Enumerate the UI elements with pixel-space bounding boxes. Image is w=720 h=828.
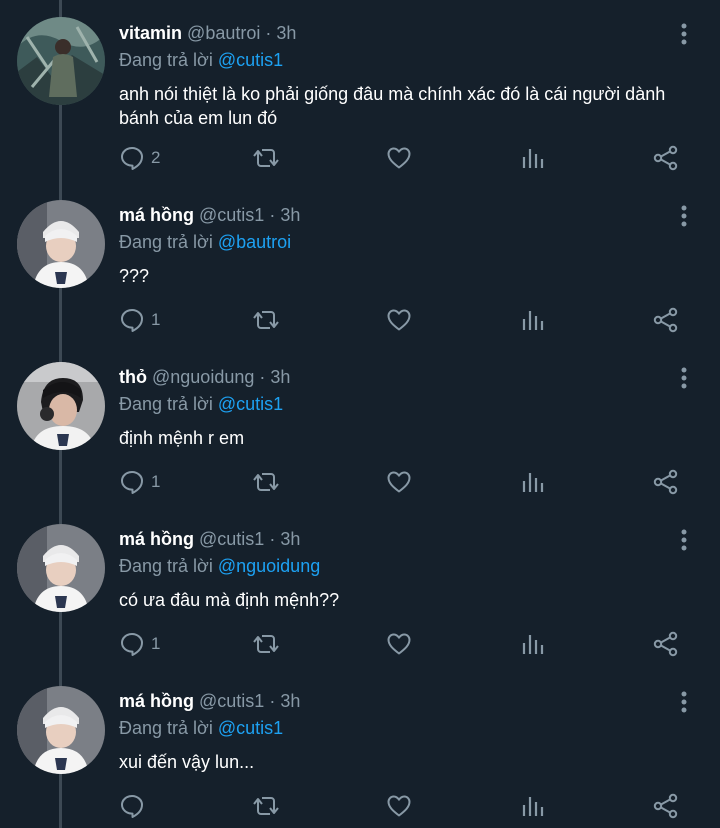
tweet[interactable]: má hồng @cutis1 · 3h Đang trả lời @cutis1…	[0, 648, 720, 828]
tweet[interactable]: vitamin @bautroi · 3h Đang trả lời @cuti…	[0, 0, 720, 171]
display-name[interactable]: vitamin	[119, 23, 182, 43]
separator: ·	[265, 23, 272, 43]
avatar[interactable]	[17, 17, 105, 105]
tweet-actions	[119, 793, 689, 819]
separator: ·	[259, 367, 266, 387]
reply-icon	[121, 795, 143, 818]
stats-icon	[522, 797, 544, 816]
replying-to-label: Đang trả lời	[119, 50, 213, 70]
display-name[interactable]: má hồng	[119, 691, 194, 711]
separator: ·	[269, 529, 276, 549]
more-options-button[interactable]	[676, 22, 692, 46]
mention-link[interactable]: @bautroi	[218, 232, 291, 252]
avatar[interactable]	[17, 686, 105, 774]
more-vertical-icon	[681, 529, 687, 551]
tweet-header: má hồng @cutis1 · 3h	[119, 690, 300, 712]
tweet-text: ???	[119, 266, 150, 286]
replying-to: Đang trả lời @cutis1	[119, 717, 283, 739]
like-button[interactable]	[386, 793, 412, 819]
timestamp[interactable]: 3h	[280, 529, 300, 549]
replying-to-label: Đang trả lời	[119, 394, 213, 414]
display-name[interactable]: má hồng	[119, 205, 194, 225]
more-options-button[interactable]	[676, 204, 692, 228]
display-name[interactable]: thỏ	[119, 367, 147, 387]
more-options-button[interactable]	[676, 690, 692, 714]
tweet-header: thỏ @nguoidung · 3h	[119, 366, 290, 388]
replying-to-label: Đang trả lời	[119, 718, 213, 738]
more-vertical-icon	[681, 367, 687, 389]
more-vertical-icon	[681, 691, 687, 713]
display-name[interactable]: má hồng	[119, 529, 194, 549]
tweet-header: má hồng @cutis1 · 3h	[119, 204, 300, 226]
handle[interactable]: @cutis1	[199, 529, 264, 549]
handle[interactable]: @cutis1	[199, 205, 264, 225]
separator: ·	[269, 205, 276, 225]
mention-link[interactable]: @cutis1	[218, 718, 283, 738]
more-options-button[interactable]	[676, 366, 692, 390]
heart-icon	[387, 795, 411, 817]
tweet-text: anh nói thiệt là ko phải giống đâu mà ch…	[119, 84, 666, 128]
share-button[interactable]	[653, 793, 679, 819]
handle[interactable]: @bautroi	[187, 23, 260, 43]
view-stats-button[interactable]	[520, 793, 546, 819]
tweet-text: định mệnh r em	[119, 428, 245, 448]
tweet[interactable]: thỏ @nguoidung · 3h Đang trả lời @cutis1 đ…	[0, 324, 720, 495]
avatar[interactable]	[17, 362, 105, 450]
replying-to-label: Đang trả lời	[119, 556, 213, 576]
replying-to: Đang trả lời @cutis1	[119, 393, 283, 415]
tweet-header: vitamin @bautroi · 3h	[119, 22, 296, 44]
timestamp[interactable]: 3h	[280, 691, 300, 711]
tweet[interactable]: má hồng @cutis1 · 3h Đang trả lời @bautr…	[0, 162, 720, 333]
more-vertical-icon	[681, 23, 687, 45]
more-options-button[interactable]	[676, 528, 692, 552]
replying-to: Đang trả lời @bautroi	[119, 231, 291, 253]
tweet-header: má hồng @cutis1 · 3h	[119, 528, 300, 550]
timestamp[interactable]: 3h	[270, 367, 290, 387]
more-vertical-icon	[681, 205, 687, 227]
tweet-text: xui đến vậy lun...	[119, 752, 255, 772]
replying-to: Đang trả lời @cutis1	[119, 49, 283, 71]
tweet[interactable]: má hồng @cutis1 · 3h Đang trả lời @nguoid…	[0, 486, 720, 657]
tweet-text: có ưa đâu mà định mệnh??	[119, 590, 340, 610]
replying-to: Đang trả lời @nguoidung	[119, 555, 320, 577]
handle[interactable]: @nguoidung	[152, 367, 254, 387]
share-icon	[653, 793, 678, 819]
handle[interactable]: @cutis1	[199, 691, 264, 711]
replying-to-label: Đang trả lời	[119, 232, 213, 252]
mention-link[interactable]: @nguoidung	[218, 556, 320, 576]
separator: ·	[269, 691, 276, 711]
retweet-icon	[253, 797, 279, 815]
mention-link[interactable]: @cutis1	[218, 394, 283, 414]
retweet-button[interactable]	[252, 793, 280, 819]
timestamp[interactable]: 3h	[280, 205, 300, 225]
timestamp[interactable]: 3h	[276, 23, 296, 43]
reply-button[interactable]	[119, 793, 151, 819]
avatar[interactable]	[17, 200, 105, 288]
avatar[interactable]	[17, 524, 105, 612]
mention-link[interactable]: @cutis1	[218, 50, 283, 70]
